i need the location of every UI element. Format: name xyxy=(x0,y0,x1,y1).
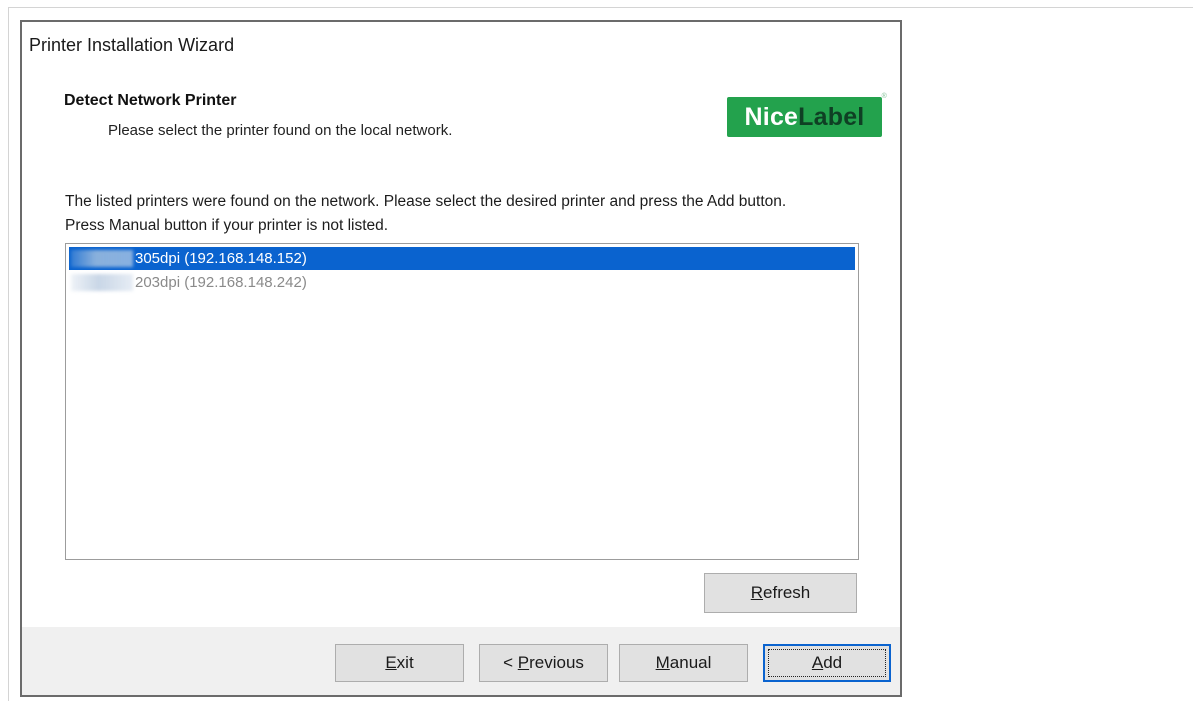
exit-label: xit xyxy=(396,653,414,672)
printer-installation-wizard-dialog: Printer Installation Wizard Detect Netwo… xyxy=(20,20,902,697)
printer-model-redacted xyxy=(71,250,133,267)
refresh-button[interactable]: Refresh xyxy=(704,573,857,613)
logo-text-label: Label xyxy=(798,102,865,131)
printer-item-label: 203dpi (192.168.148.242) xyxy=(135,274,307,291)
trademark-mark: ® xyxy=(881,93,887,100)
nicelabel-logo: Nice Label ® xyxy=(727,93,887,137)
previous-mnemonic: P xyxy=(517,653,530,672)
manual-button[interactable]: Manual xyxy=(619,644,748,682)
manual-mnemonic: M xyxy=(655,653,670,672)
window-title: Printer Installation Wizard xyxy=(29,35,235,55)
printer-model-redacted xyxy=(71,274,133,291)
previous-button[interactable]: < Previous xyxy=(479,644,608,682)
add-button[interactable]: Add xyxy=(763,644,891,682)
page-subheading: Please select the printer found on the l… xyxy=(108,122,453,139)
printer-item-label: 305dpi (192.168.148.152) xyxy=(135,250,307,267)
page-heading: Detect Network Printer xyxy=(64,92,237,109)
previous-prefix: < xyxy=(503,653,518,672)
exit-mnemonic: E xyxy=(385,653,397,672)
printer-list[interactable]: 305dpi (192.168.148.152) 203dpi (192.168… xyxy=(65,243,859,560)
printer-list-item[interactable]: 305dpi (192.168.148.152) xyxy=(69,247,855,270)
logo-text-nice: Nice xyxy=(744,102,799,131)
refresh-label: efresh xyxy=(763,583,811,602)
exit-button[interactable]: Exit xyxy=(335,644,464,682)
page-border-top xyxy=(8,7,1193,8)
focus-rectangle xyxy=(768,649,886,677)
instructions-text: The listed printers were found on the ne… xyxy=(65,193,787,234)
previous-label: revious xyxy=(529,653,584,672)
manual-label: anual xyxy=(669,653,712,672)
refresh-mnemonic: R xyxy=(750,583,764,602)
printer-list-item[interactable]: 203dpi (192.168.148.242) xyxy=(69,271,855,294)
page-border-left xyxy=(8,7,9,701)
